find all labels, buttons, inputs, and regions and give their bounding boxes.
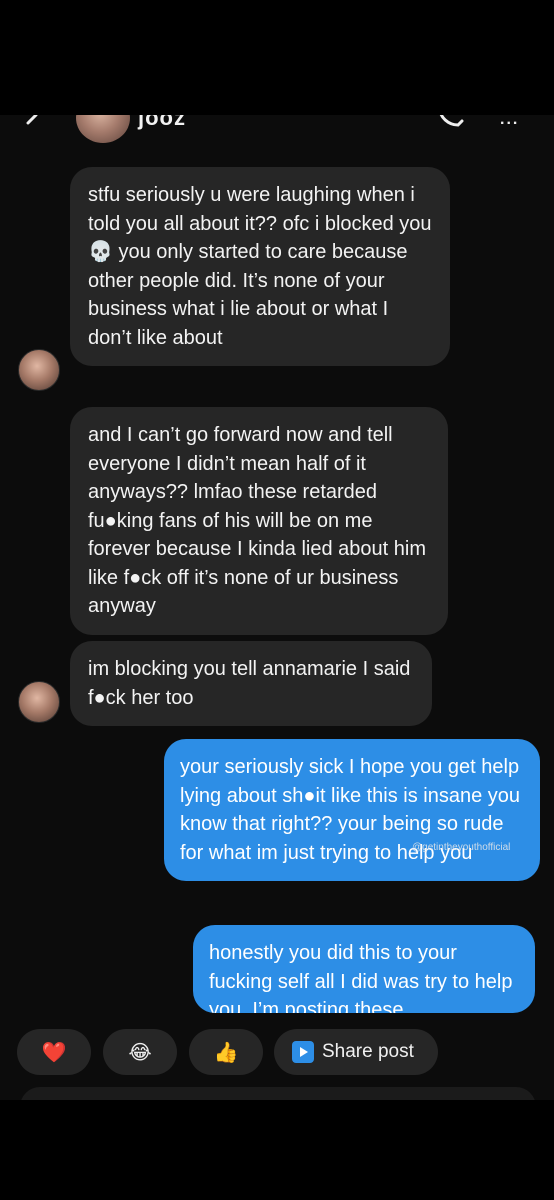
thumbs-up-reaction-button[interactable]: 👍 [189,1029,263,1075]
thumbs-up-icon: 👍 [213,1041,239,1064]
share-post-button[interactable]: Share post [274,1029,438,1075]
chat-header: jooz ... [0,115,554,155]
message-incoming[interactable]: im blocking you tell annamarie I said f●… [70,641,432,726]
heart-reaction-button[interactable]: ❤️ [17,1029,91,1075]
message-outgoing[interactable]: your seriously sick I hope you get help … [164,739,540,881]
share-icon [292,1041,314,1063]
laugh-icon: 😂 [128,1041,152,1064]
avatar[interactable] [76,115,130,143]
share-post-label: Share post [322,1041,414,1062]
more-icon[interactable]: ... [500,115,519,129]
heart-icon: ❤️ [41,1041,67,1064]
message-outgoing[interactable]: honestly you did this to your fucking se… [193,925,535,1013]
watermark: @getintheyouthofficial [412,842,511,853]
phone-icon[interactable] [436,115,466,131]
chevron-left-icon[interactable] [22,115,42,129]
message-incoming[interactable]: and I can’t go forward now and tell ever… [70,407,448,635]
contact-name[interactable]: jooz [138,115,186,131]
laugh-reaction-button[interactable]: 😂 [103,1029,177,1075]
message-incoming[interactable]: stfu seriously u were laughing when i to… [70,167,450,366]
reaction-bar: ❤️ 😂 👍 Share post [0,1029,554,1079]
avatar[interactable] [18,349,60,391]
chat-screen: jooz ... stfu seriously u were laughing … [0,115,554,1100]
message-input[interactable] [20,1087,536,1100]
avatar[interactable] [18,681,60,723]
